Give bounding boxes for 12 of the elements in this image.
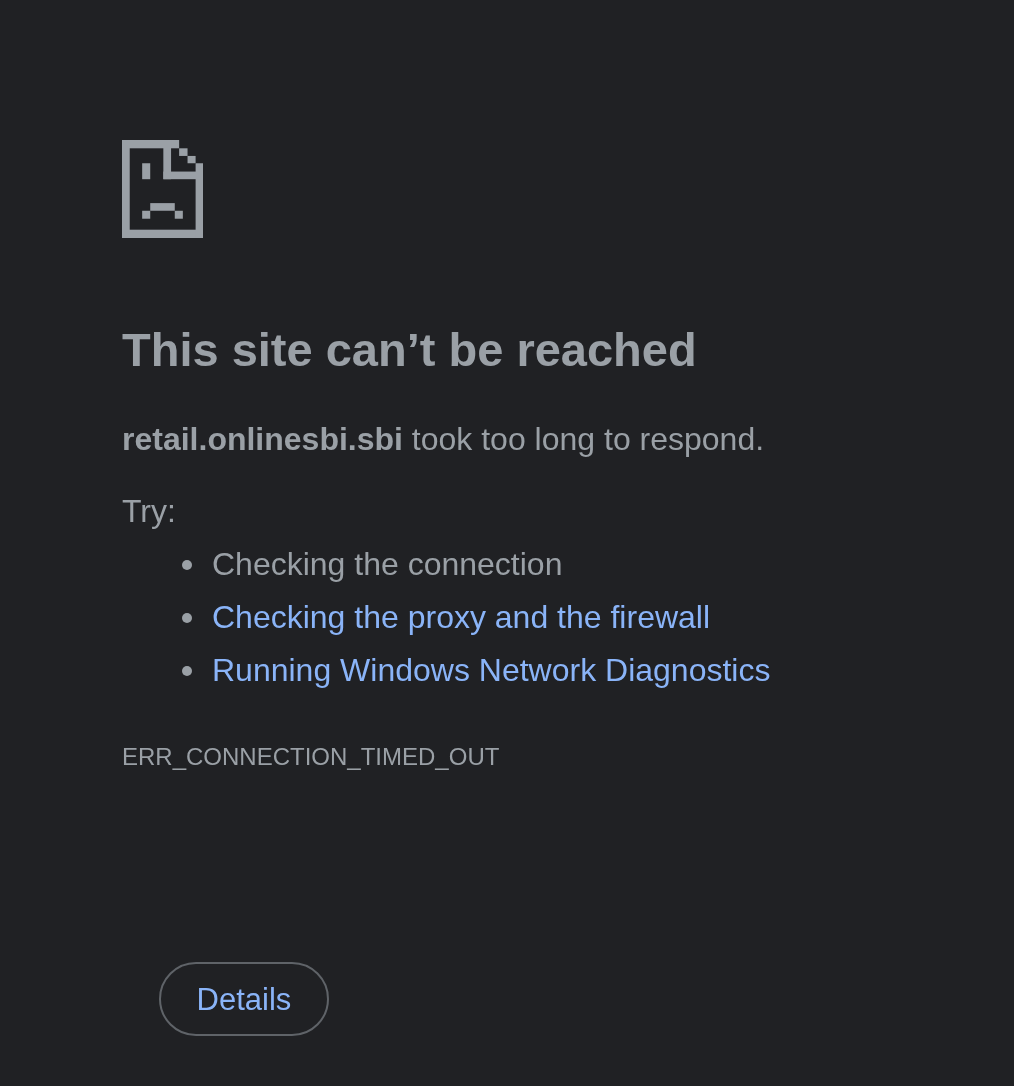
bullet-icon <box>182 612 192 623</box>
error-message: retail.onlinesbi.sbi took too long to respond. <box>122 420 766 459</box>
suggestion-link[interactable]: Checking the proxy and the firewall <box>212 591 711 644</box>
details-button[interactable]: Details <box>159 962 329 1036</box>
suggestion-text: Checking the connection <box>212 545 563 584</box>
error-code: ERR_CONNECTION_TIMED_OUT <box>122 742 501 772</box>
sad-page-icon <box>122 140 203 238</box>
bullet-icon <box>182 559 192 570</box>
suggestion-link[interactable]: Running Windows Network Diagnostics <box>212 644 771 697</box>
page-heading: This site can’t be reached <box>122 322 698 378</box>
try-label: Try: <box>122 492 177 531</box>
bullet-icon <box>182 665 192 676</box>
